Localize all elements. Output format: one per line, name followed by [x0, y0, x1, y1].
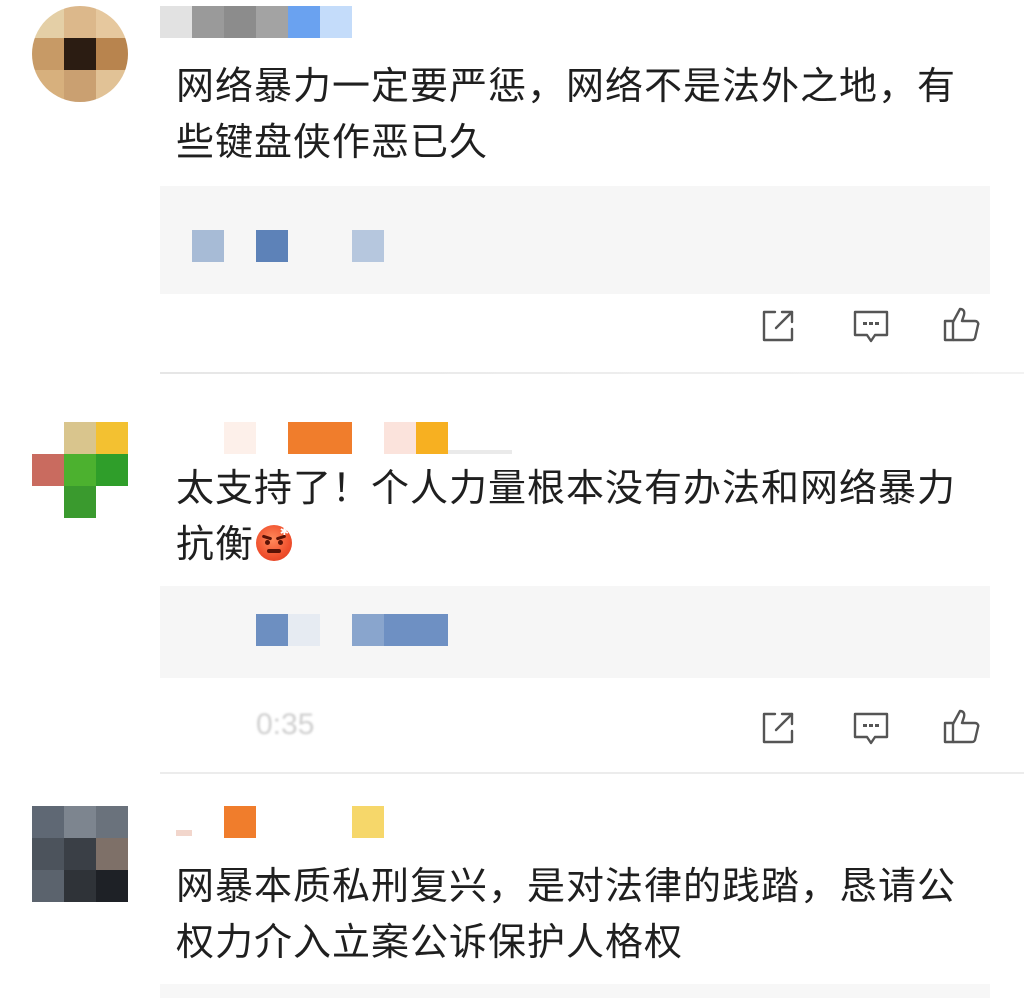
comment-icon[interactable]: [851, 306, 891, 346]
comment-text: 网暴本质私刑复兴，是对法律的践踏，恳请公权力介入立案公诉保护人格权: [176, 864, 957, 964]
share-icon[interactable]: [758, 306, 798, 346]
reply-preview[interactable]: [160, 984, 990, 998]
divider: [160, 372, 1024, 374]
comment-text: 太支持了！个人力量根本没有办法和网络暴力抗衡 ✱: [176, 460, 976, 572]
avatar[interactable]: [32, 6, 128, 102]
like-icon[interactable]: [942, 706, 982, 746]
comment-text: 网络暴力一定要严惩，网络不是法外之地，有些键盘侠作恶已久: [176, 64, 957, 164]
share-icon[interactable]: [758, 708, 798, 748]
comment-icon[interactable]: [851, 708, 891, 748]
like-icon[interactable]: [942, 304, 982, 344]
timestamp: 0:35: [256, 708, 315, 741]
divider: [160, 772, 1024, 774]
reply-preview[interactable]: [160, 586, 990, 678]
reply-preview[interactable]: [160, 186, 990, 294]
comment-text-content: 太支持了！个人力量根本没有办法和网络暴力抗衡: [176, 466, 957, 566]
avatar[interactable]: [32, 806, 128, 902]
angry-face-icon: ✱: [256, 525, 293, 561]
avatar[interactable]: [32, 422, 128, 518]
